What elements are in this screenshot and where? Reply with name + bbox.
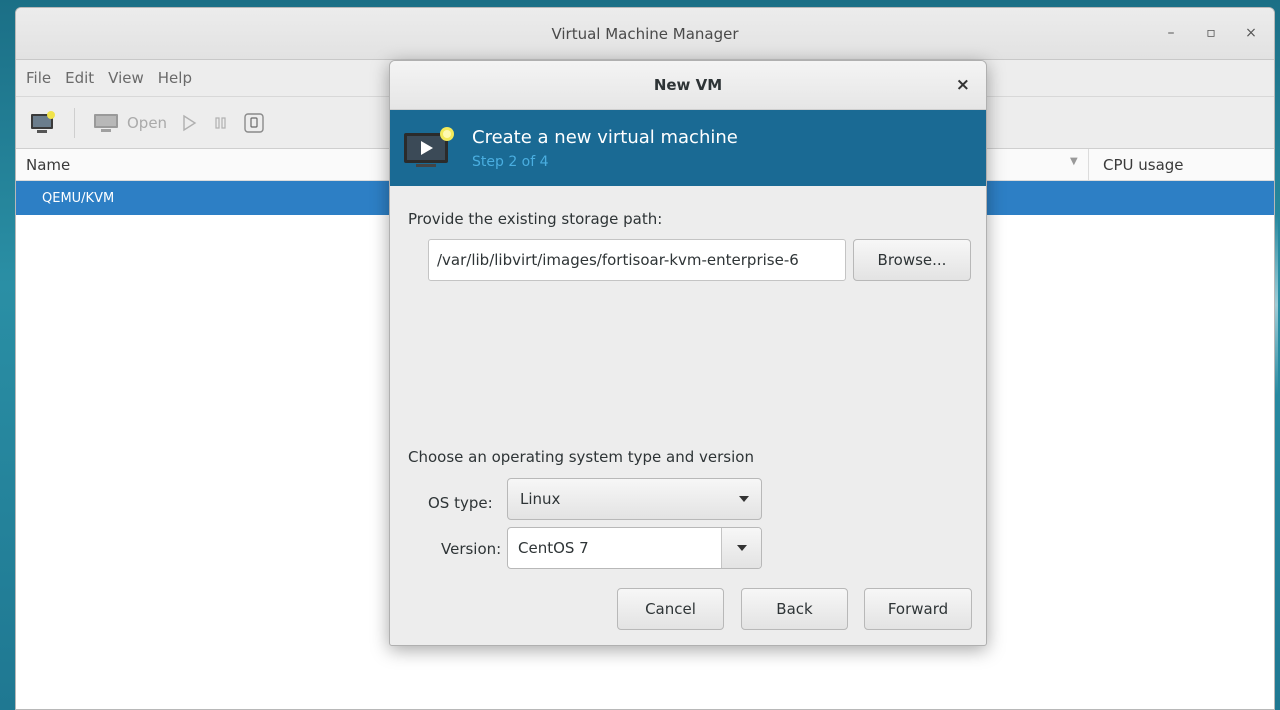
main-titlebar[interactable]: Virtual Machine Manager – ▫ ×	[16, 8, 1274, 60]
wizard-step-indicator: Step 2 of 4	[472, 153, 549, 170]
version-input[interactable]: CentOS 7	[508, 539, 721, 557]
sort-arrow-icon[interactable]: ▼	[1070, 156, 1078, 167]
forward-button[interactable]: Forward	[864, 588, 972, 630]
dialog-body: Provide the existing storage path: /var/…	[390, 186, 986, 645]
menu-view[interactable]: View	[108, 69, 144, 87]
maximize-icon[interactable]: ▫	[1202, 24, 1220, 42]
menu-edit[interactable]: Edit	[65, 69, 94, 87]
version-dropdown-button[interactable]	[721, 528, 761, 568]
dialog-title: New VM	[653, 76, 723, 94]
power-icon	[244, 112, 264, 133]
dialog-close-icon[interactable]: ×	[956, 75, 970, 95]
pause-button[interactable]	[211, 113, 231, 133]
monitor-icon	[94, 113, 118, 132]
open-button[interactable]: Open	[93, 112, 167, 134]
play-icon	[183, 114, 197, 131]
new-vm-button[interactable]	[30, 110, 56, 135]
open-label: Open	[127, 113, 168, 132]
menu-file[interactable]: File	[26, 69, 51, 87]
browse-button[interactable]: Browse...	[853, 239, 971, 281]
os-type-dropdown[interactable]: Linux	[507, 478, 762, 520]
connection-name: QEMU/KVM	[42, 190, 115, 206]
toolbar-separator	[74, 107, 75, 138]
close-icon[interactable]: ×	[1242, 24, 1260, 42]
os-type-value: Linux	[520, 490, 561, 508]
banner-title: Create a new virtual machine	[472, 126, 738, 148]
os-type-label: OS type:	[428, 494, 493, 512]
storage-path-label: Provide the existing storage path:	[408, 210, 663, 228]
shutdown-button[interactable]	[243, 112, 265, 134]
dialog-titlebar[interactable]: New VM ×	[390, 61, 986, 110]
pause-icon	[215, 116, 226, 129]
banner-text: Create a new virtual machine Step 2 of 4	[472, 127, 738, 170]
minimize-icon[interactable]: –	[1162, 24, 1180, 42]
new-vm-dialog: New VM × Create a new virtual machine St…	[389, 60, 987, 646]
column-cpu-usage[interactable]: CPU usage	[1088, 149, 1184, 181]
column-name[interactable]: Name	[16, 156, 70, 174]
back-button[interactable]: Back	[741, 588, 848, 630]
vm-monitor-icon	[404, 127, 454, 167]
cancel-button[interactable]: Cancel	[617, 588, 724, 630]
chevron-down-icon	[737, 545, 747, 551]
main-window-title: Virtual Machine Manager	[551, 24, 739, 43]
version-combo[interactable]: CentOS 7	[507, 527, 762, 569]
version-label: Version:	[441, 540, 502, 558]
chevron-down-icon	[739, 496, 749, 502]
new-vm-icon	[31, 110, 55, 133]
wizard-banner: Create a new virtual machine Step 2 of 4	[390, 110, 986, 186]
run-button[interactable]	[179, 113, 199, 133]
storage-path-input[interactable]: /var/lib/libvirt/images/fortisoar-kvm-en…	[428, 239, 846, 281]
menu-help[interactable]: Help	[158, 69, 192, 87]
os-section-label: Choose an operating system type and vers…	[408, 448, 754, 466]
window-controls: – ▫ ×	[1162, 24, 1260, 42]
